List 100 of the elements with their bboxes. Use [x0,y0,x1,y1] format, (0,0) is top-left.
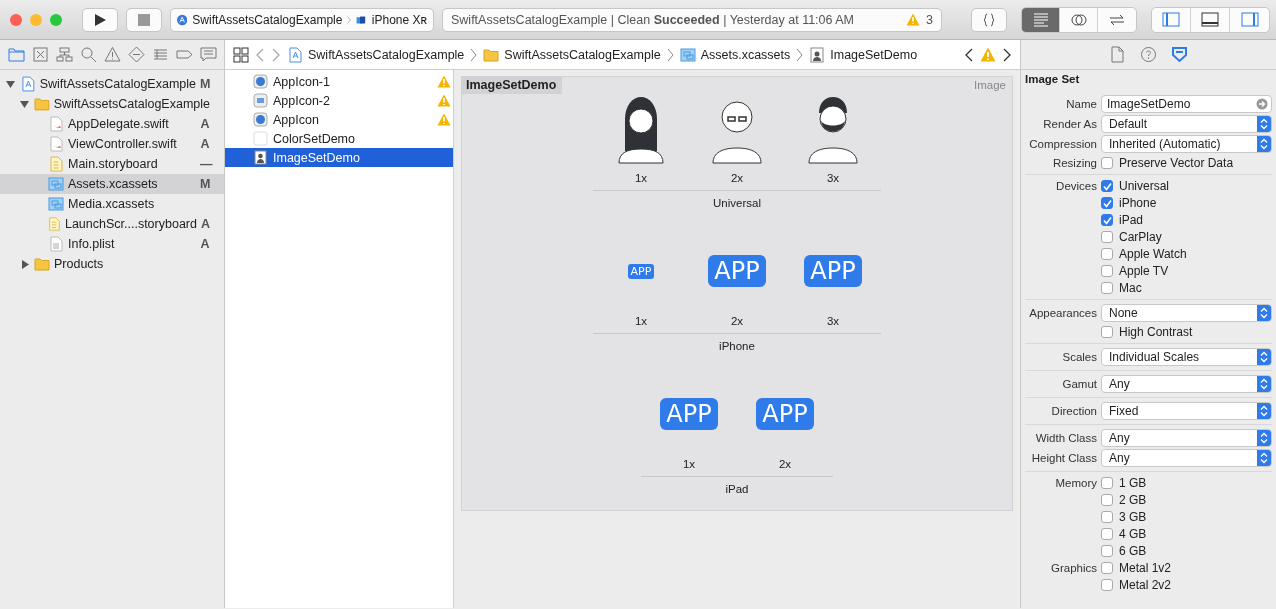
attributes-inspector-tab[interactable] [1171,46,1188,63]
up-down-chevron-icon [1260,118,1268,130]
stop-button[interactable] [126,7,162,32]
file-tree-item[interactable]: Assets.xcassets M [0,174,224,194]
breadcrumb-item[interactable]: SwiftAssetsCatalogExample [287,46,465,63]
checkbox[interactable]: 4 GB [1101,527,1147,541]
checkbox[interactable]: Mac [1101,281,1142,295]
app-image: APP [756,398,814,430]
popup-button[interactable]: Any [1101,375,1272,393]
hierarchy-navigator-tab[interactable] [55,46,73,63]
checkbox[interactable]: Metal 1v2 [1101,561,1172,575]
plist-file-icon [48,236,64,252]
breadcrumb-item[interactable]: ImageSetDemo [809,46,918,63]
code-review-button[interactable] [971,7,1007,32]
field-label: Scales [1061,351,1098,363]
asset-item[interactable]: AppIcon [225,110,453,129]
checkbox[interactable]: Metal 2v2 [1101,578,1172,592]
checkbox[interactable]: Universal [1101,179,1169,193]
checkbox[interactable]: Apple TV [1101,264,1169,278]
scheme-name: SwiftAssetsCatalogExample [192,12,343,27]
swift-file-icon [48,116,64,132]
checkbox[interactable]: Preserve Vector Data [1101,156,1234,170]
popup-button[interactable]: Inherited (Automatic) [1101,135,1272,153]
debug-navigator-tab[interactable] [151,46,169,63]
scale-label: 3x [826,315,840,327]
asset-item[interactable]: AppIcon-2 [225,91,453,110]
disclosure-closed-icon[interactable] [20,259,30,269]
file-tree-item[interactable]: Products [0,254,224,274]
breadcrumb-item[interactable]: SwiftAssetsCatalogExample [483,46,661,63]
file-tree-item[interactable]: ViewController.swift A [0,134,224,154]
checkbox[interactable]: CarPlay [1101,230,1162,244]
folder-navigator-tab[interactable] [7,46,25,63]
file-tree-item[interactable]: Info.plist A [0,234,224,254]
next-issue-button[interactable] [1002,46,1012,63]
close-button[interactable] [10,13,22,26]
field-label: Width Class [1034,432,1098,444]
up-down-chevron-icon [1260,452,1268,464]
status-letter: M [200,77,210,91]
source-control-navigator-tab[interactable] [31,46,49,63]
image-set-title: ImageSetDemo [462,77,563,94]
checkbox[interactable]: 6 GB [1101,544,1147,558]
back-button[interactable] [255,46,265,63]
file-tree-item[interactable]: SwiftAssetsCatalogExample [0,94,224,114]
status-letter: M [200,177,210,191]
asset-item[interactable]: ColorSetDemo [225,129,453,148]
previous-issue-button[interactable] [964,46,974,63]
asset-item[interactable]: AppIcon-1 [225,72,453,91]
status-letter: A [200,117,210,131]
breadcrumb-item[interactable]: Assets.xcassets [679,46,791,63]
scale-label: 1x [634,172,648,184]
report-navigator-tab[interactable] [199,46,217,63]
app-image: APP [804,255,862,287]
name-field[interactable]: ImageSetDemo [1101,95,1272,113]
popup-button[interactable]: None [1101,304,1272,322]
asset-item[interactable]: ImageSetDemo [225,148,453,167]
search-navigator-tab[interactable] [79,46,97,63]
checkbox[interactable]: 2 GB [1101,493,1147,507]
file-inspector-tab[interactable] [1109,46,1126,63]
checkbox[interactable]: High Contrast [1101,325,1193,339]
app-image: APP [660,398,718,430]
popup-button[interactable]: Any [1101,449,1272,467]
issue-navigator-tab[interactable] [103,46,121,63]
asset-catalog-icon [48,196,64,212]
field-label: Gamut [1061,378,1098,390]
project-file-icon [19,76,36,92]
disclosure-open-icon[interactable] [6,79,16,89]
arrow-circle-icon[interactable] [1256,98,1268,110]
status-letter: A [200,217,210,231]
storyboard-file-icon [46,216,61,232]
checkbox[interactable]: iPad [1101,213,1144,227]
checkbox[interactable]: iPhone [1101,196,1157,210]
test-navigator-tab[interactable] [127,46,145,63]
file-tree-item[interactable]: AppDelegate.swift A [0,114,224,134]
status-letter: A [200,237,210,251]
app-image: APP [627,263,655,279]
panel-layout-icon [1240,11,1259,28]
up-down-chevron-icon [1260,307,1268,319]
up-down-chevron-icon [1260,138,1268,150]
app-icon [253,112,268,127]
help-inspector-tab[interactable] [1140,46,1157,63]
popup-button[interactable]: Individual Scales [1101,348,1272,366]
checkbox[interactable]: Apple Watch [1101,247,1187,261]
checkbox[interactable]: 3 GB [1101,510,1147,524]
popup-button[interactable]: Fixed [1101,402,1272,420]
scheme-selector[interactable]: SwiftAssetsCatalogExample iPhone Xʀ [170,7,434,32]
zoom-button[interactable] [50,13,62,26]
warning-icon [906,13,921,26]
file-tree-item[interactable]: Media.xcassets [0,194,224,214]
popup-button[interactable]: Any [1101,429,1272,447]
file-tree-item[interactable]: Main.storyboard — [0,154,224,174]
file-tree-item[interactable]: LaunchScr....storyboard A [0,214,224,234]
file-tree-item[interactable]: SwiftAssetsCatalogExample M [0,74,224,94]
device-name: iPhone Xʀ [371,12,427,27]
run-button[interactable] [82,7,118,32]
forward-button[interactable] [271,46,281,63]
popup-button[interactable]: Default [1101,115,1272,133]
grid-icon[interactable] [233,46,249,63]
checkbox[interactable]: 1 GB [1101,476,1147,490]
disclosure-open-icon[interactable] [20,99,30,109]
standard-editor-button[interactable] [1022,7,1060,32]
